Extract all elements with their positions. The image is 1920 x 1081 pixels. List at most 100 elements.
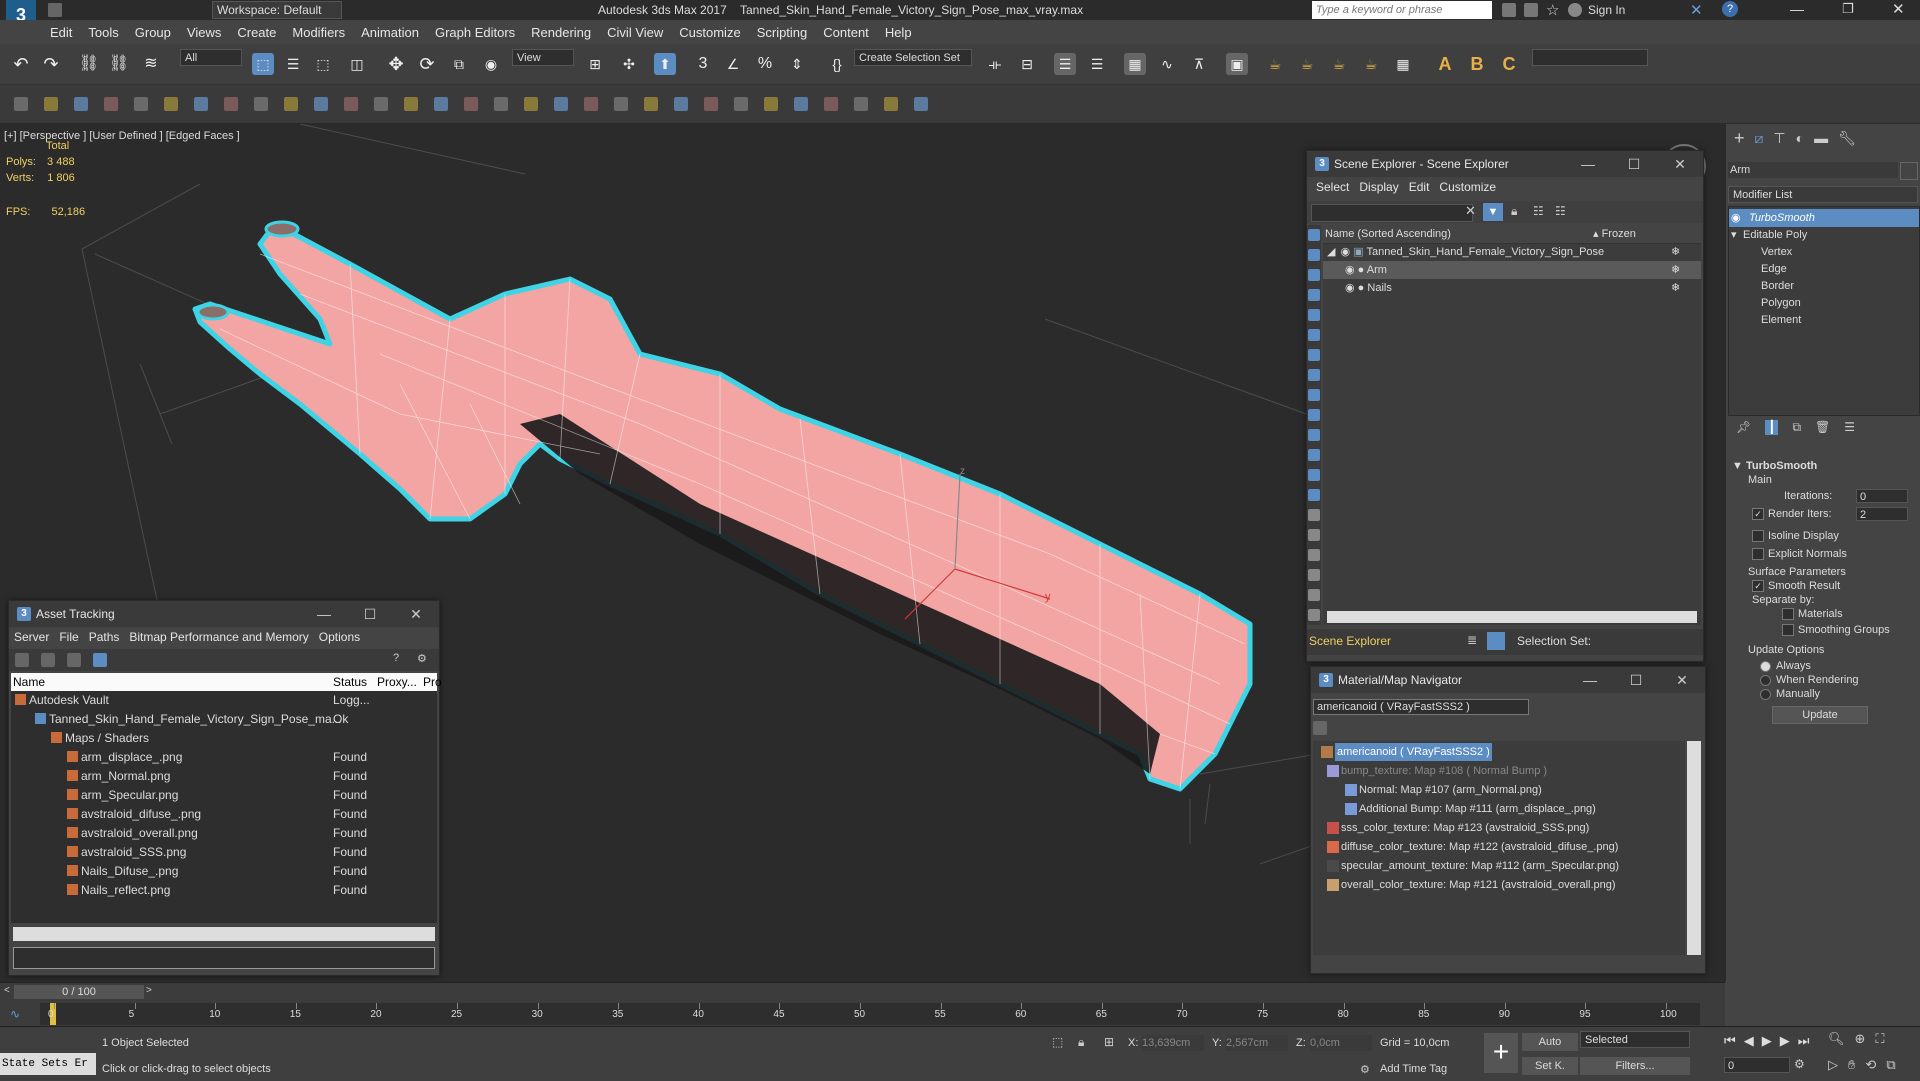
close-icon[interactable]: ✕ bbox=[1659, 672, 1705, 689]
help-icon[interactable]: ? bbox=[393, 652, 399, 664]
search-input[interactable]: Type a keyword or phrase bbox=[1312, 1, 1492, 19]
vray-tool-icon[interactable] bbox=[764, 97, 778, 111]
vault-view-icon[interactable] bbox=[15, 653, 29, 667]
play-icon[interactable]: ▶ bbox=[1762, 1033, 1772, 1049]
menu-graph-editors[interactable]: Graph Editors bbox=[427, 25, 523, 40]
tree-item-nails[interactable]: ◉ ● Nails ❄ bbox=[1323, 279, 1701, 297]
vray-tool-icon[interactable] bbox=[374, 97, 388, 111]
reference-coordinate-dropdown[interactable]: View bbox=[512, 49, 574, 66]
menu-server[interactable]: Server bbox=[9, 630, 54, 644]
table-row[interactable]: Maps / Shaders bbox=[11, 729, 437, 747]
explorer-filter-icon[interactable] bbox=[1308, 529, 1320, 541]
configure-sets-icon[interactable]: ☰ bbox=[1844, 420, 1855, 435]
zoom-icon[interactable]: 🔍︎ bbox=[1828, 1031, 1845, 1047]
material-vscrollbar[interactable] bbox=[1687, 741, 1701, 955]
next-frame-icon[interactable]: ▶ bbox=[1780, 1033, 1790, 1049]
materials-checkbox[interactable]: Materials bbox=[1782, 608, 1843, 621]
vray-tool-icon[interactable] bbox=[404, 97, 418, 111]
table-row[interactable]: avstraloid_SSS.png Found bbox=[11, 843, 437, 861]
vray-tool-icon[interactable] bbox=[164, 97, 178, 111]
layers-icon[interactable]: ≣ bbox=[1467, 633, 1477, 647]
snaps-toggle-icon[interactable]: 3 bbox=[692, 53, 714, 75]
render-iterative-icon[interactable]: ☕ bbox=[1360, 53, 1382, 75]
list-view-icon[interactable] bbox=[41, 653, 55, 667]
menu-scripting[interactable]: Scripting bbox=[749, 25, 816, 40]
sign-in-link[interactable]: Sign In bbox=[1588, 3, 1625, 17]
isoline-display-checkbox[interactable]: Isoline Display bbox=[1752, 530, 1839, 543]
column-frozen-header[interactable]: ▴ Frozen bbox=[1593, 225, 1636, 243]
material-tree-item[interactable]: Additional Bump: Map #111 (arm_displace_… bbox=[1313, 800, 1685, 818]
vray-b-icon[interactable]: B bbox=[1466, 53, 1488, 75]
menu-content[interactable]: Content bbox=[815, 25, 877, 40]
previous-frame-icon[interactable]: ◀ bbox=[1744, 1033, 1754, 1049]
hierarchy-tab-icon[interactable]: ⊤ bbox=[1773, 130, 1785, 147]
tree-view-icon[interactable] bbox=[67, 653, 81, 667]
explorer-toggle-icon[interactable] bbox=[1487, 632, 1505, 650]
selection-filter-dropdown[interactable]: All bbox=[180, 49, 242, 66]
curve-editor-icon[interactable]: ∿ bbox=[1156, 53, 1178, 75]
material-tree-item[interactable]: diffuse_color_texture: Map #122 (avstral… bbox=[1313, 838, 1685, 856]
viewport-menu-plus[interactable]: [+] bbox=[4, 130, 17, 142]
close-icon[interactable]: ✕ bbox=[393, 606, 439, 623]
keyboard-shortcut-override-icon[interactable]: ⬆ bbox=[654, 53, 676, 75]
utilities-tab-icon[interactable]: 🔧︎ bbox=[1838, 130, 1856, 147]
maximize-viewport-icon[interactable]: ⧉ bbox=[1886, 1057, 1895, 1073]
object-name-field[interactable]: Arm bbox=[1728, 162, 1898, 178]
menu-edit[interactable]: Edit bbox=[42, 25, 80, 40]
set-key-plus-button[interactable]: + bbox=[1484, 1033, 1518, 1073]
menu-rendering[interactable]: Rendering bbox=[523, 25, 599, 40]
go-to-end-icon[interactable]: ⏭ bbox=[1798, 1033, 1810, 1049]
explicit-normals-checkbox[interactable]: Explicit Normals bbox=[1752, 548, 1847, 561]
mirror-icon[interactable]: ⟛ bbox=[984, 53, 1006, 75]
move-icon[interactable]: ✥ bbox=[385, 53, 407, 75]
sub-object-level-item[interactable]: Edge bbox=[1729, 260, 1919, 278]
spinner-snap-icon[interactable]: ⇕ bbox=[786, 53, 808, 75]
explorer-filter-icon[interactable] bbox=[1308, 509, 1320, 521]
vray-tool-icon[interactable] bbox=[344, 97, 358, 111]
table-row[interactable]: arm_Normal.png Found bbox=[11, 767, 437, 785]
vray-tool-icon[interactable] bbox=[824, 97, 838, 111]
vray-tool-icon[interactable] bbox=[554, 97, 568, 111]
large-icons-view-icon[interactable] bbox=[1313, 721, 1327, 735]
vray-a-icon[interactable]: A bbox=[1434, 53, 1456, 75]
vray-tool-icon[interactable] bbox=[14, 97, 28, 111]
explorer-filter-icon[interactable] bbox=[1308, 409, 1320, 421]
vray-tool-icon[interactable] bbox=[74, 97, 88, 111]
scale-icon[interactable]: ⧉ bbox=[448, 53, 470, 75]
eye-icon[interactable]: ◉ bbox=[1731, 209, 1741, 227]
vray-tool-icon[interactable] bbox=[134, 97, 148, 111]
frozen-icon[interactable]: ❄ bbox=[1671, 243, 1680, 261]
sub-object-level-item[interactable]: Polygon bbox=[1729, 294, 1919, 312]
viewport-shading-label[interactable]: [User Defined ] bbox=[89, 130, 162, 142]
iterations-spinner[interactable]: 0 bbox=[1856, 489, 1908, 503]
field-of-view-icon[interactable]: ▷ bbox=[1828, 1057, 1838, 1073]
prev-frame-icon[interactable]: < bbox=[4, 985, 10, 996]
restore-icon[interactable]: ❐ bbox=[1842, 1, 1854, 17]
orbit-icon[interactable]: ⟲ bbox=[1865, 1057, 1876, 1073]
scene-explorer-toggle-icon[interactable]: ☰ bbox=[1054, 53, 1076, 75]
menu-paths[interactable]: Paths bbox=[84, 630, 125, 644]
explorer-filter-icon[interactable] bbox=[1308, 229, 1320, 241]
eye-icon[interactable]: ◉ bbox=[1345, 282, 1355, 294]
column-name-header[interactable]: Name bbox=[13, 673, 45, 691]
vray-tool-icon[interactable] bbox=[284, 97, 298, 111]
help-icon[interactable]: ? bbox=[1722, 1, 1738, 17]
sub-object-level-item[interactable]: Element bbox=[1729, 311, 1919, 329]
minimize-icon[interactable]: — bbox=[301, 606, 347, 623]
render-iters-checkbox[interactable]: ✓ Render Iters: bbox=[1752, 508, 1832, 521]
zoom-all-icon[interactable]: ⊕ bbox=[1855, 1031, 1866, 1047]
table-view-icon[interactable] bbox=[93, 653, 107, 667]
unlink-icon[interactable]: ⛓ bbox=[108, 53, 130, 75]
modify-tab-icon[interactable]: ⧄ bbox=[1755, 130, 1764, 147]
menu-views[interactable]: Views bbox=[179, 25, 229, 40]
menu-group[interactable]: Group bbox=[127, 25, 179, 40]
explorer-filter-icon[interactable] bbox=[1308, 369, 1320, 381]
pan-icon[interactable]: ✋︎ bbox=[1848, 1057, 1855, 1073]
key-filter-selected-dropdown[interactable]: Selected bbox=[1580, 1031, 1690, 1048]
explorer-filter-icon[interactable] bbox=[1308, 289, 1320, 301]
smoothing-groups-checkbox[interactable]: Smoothing Groups bbox=[1782, 624, 1890, 637]
eye-icon[interactable]: ◉ bbox=[1341, 246, 1351, 258]
menu-help[interactable]: Help bbox=[877, 25, 920, 40]
percent-snap-icon[interactable]: % bbox=[754, 53, 776, 75]
vray-tool-icon[interactable] bbox=[584, 97, 598, 111]
